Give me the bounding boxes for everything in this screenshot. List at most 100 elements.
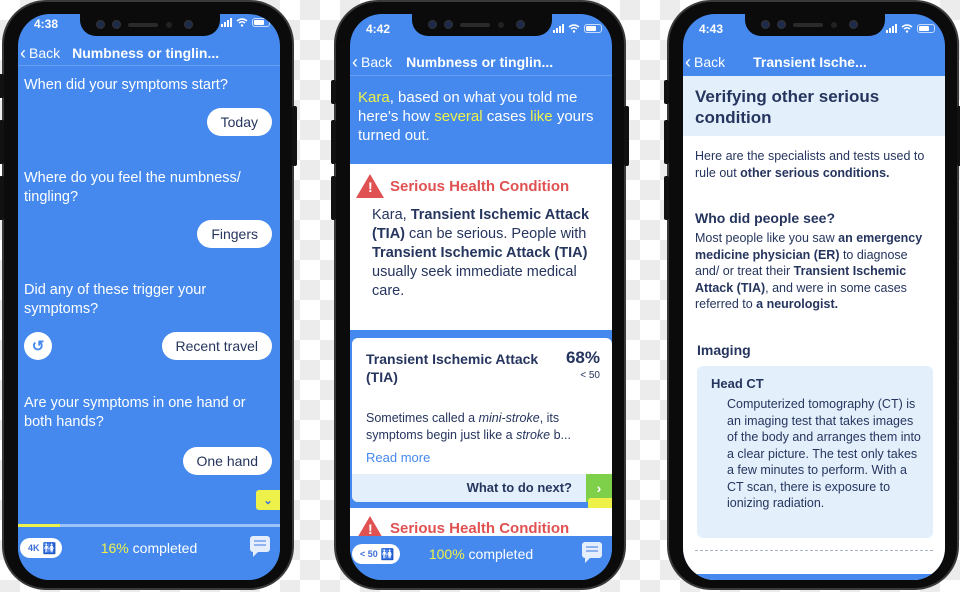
warning-body: Kara, Transient Ischemic Attack (TIA) ca…: [356, 206, 606, 301]
answer-chip[interactable]: Today: [206, 108, 272, 136]
intro-paragraph: Here are the specialists and tests used …: [695, 148, 933, 181]
notch: [745, 14, 885, 36]
who-heading: Who did people see?: [695, 210, 836, 226]
intro-highlight: several: [434, 108, 483, 125]
status-time: 4:38: [34, 17, 59, 31]
wifi-icon: [568, 24, 580, 33]
chevron-left-icon: ‹: [20, 42, 26, 63]
back-label: Back: [361, 53, 393, 70]
nav-title: Numbness or tinglin...: [406, 53, 554, 70]
question: Where do you feel the numbness/ tingling…: [24, 170, 241, 205]
warning-card: ! Serious Health Condition Kara, Transie…: [350, 164, 612, 330]
completion-status: 100% completed: [350, 546, 612, 562]
side-button: [664, 120, 669, 164]
answer-chip[interactable]: Recent travel: [161, 332, 272, 360]
body-text: can be serious. People with: [405, 226, 587, 242]
wifi-icon: [901, 24, 913, 33]
answer-chip[interactable]: One hand: [182, 447, 272, 475]
test-description: Computerized tomography (CT) is an imagi…: [727, 397, 921, 510]
battery-icon: [584, 24, 602, 33]
condition-count: < 50: [580, 370, 600, 381]
test-title: Head CT: [711, 376, 764, 391]
side-button: [331, 80, 336, 104]
scroll-down-button[interactable]: ⌄: [256, 490, 280, 510]
condition-description: Sometimes called a mini-stroke, its symp…: [366, 410, 598, 444]
chevron-left-icon: ‹: [685, 52, 691, 72]
question: When did your symptoms start?: [24, 77, 228, 93]
who-paragraph: Most people like you saw an emergency me…: [695, 230, 933, 313]
user-name: Kara: [358, 89, 390, 106]
what-to-do-next-button[interactable]: What to do next? ›: [352, 474, 612, 502]
chat-icon[interactable]: [582, 542, 602, 563]
side-button: [331, 120, 336, 164]
screen: 4:38 ‹ Back Numbness or tinglin... When d…: [18, 14, 280, 580]
back-button[interactable]: ‹ Back: [352, 53, 392, 71]
chevron-left-icon: ‹: [352, 51, 358, 72]
wifi-icon: [236, 18, 248, 27]
back-button[interactable]: ‹ Back: [20, 44, 60, 62]
content: Here are the specialists and tests used …: [683, 136, 945, 580]
next-label: What to do next?: [466, 480, 572, 495]
side-button: [292, 106, 297, 166]
notch: [80, 14, 220, 36]
warning-title-text: Serious Health Condition: [390, 519, 570, 537]
side-button: [0, 120, 4, 164]
warning-title-text: Serious Health Condition: [390, 177, 570, 195]
status-time: 4:43: [699, 22, 724, 36]
completed-label: completed: [132, 540, 198, 556]
divider: [695, 550, 933, 551]
phone-3: 4:43 ‹ Back Transient Ische... Verifying …: [664, 0, 960, 590]
signal-icon: [221, 18, 232, 27]
intro-highlight: like: [530, 108, 553, 125]
battery-icon: [252, 18, 270, 27]
notch: [412, 14, 552, 36]
desc-emphasis: mini-stroke: [478, 411, 540, 425]
progress-fill: [18, 524, 60, 527]
body-text: usually seek immediate medical care.: [372, 264, 577, 299]
section-heading: Verifying other serious condition: [683, 76, 945, 136]
phone-1: 4:38 ‹ Back Numbness or tinglin... When d…: [0, 0, 297, 590]
who-text: Most people like you saw: [695, 231, 839, 245]
question: Are your symptoms in one hand or both ha…: [24, 395, 246, 430]
chat-icon[interactable]: [250, 536, 270, 557]
nav-bar: ‹ Back Numbness or tinglin...: [18, 40, 280, 66]
condition-name: Transient Ischemic Attack (TIA): [372, 245, 588, 261]
body-text: Kara,: [372, 207, 411, 223]
side-button: [0, 176, 4, 220]
back-label: Back: [694, 54, 726, 70]
back-button[interactable]: ‹ Back: [685, 53, 725, 71]
side-button: [664, 176, 669, 220]
signal-icon: [886, 24, 897, 33]
footer: < 50 🚻 100% completed: [350, 536, 612, 580]
intro-text: cases: [482, 108, 531, 125]
nav-title: Transient Ische...: [753, 54, 867, 70]
screen: 4:42 ‹ Back Numbness or tinglin... Kara, …: [350, 14, 612, 580]
status-time: 4:42: [366, 22, 391, 36]
desc-text: b...: [550, 428, 571, 442]
intro-bold: other serious conditions.: [740, 165, 890, 180]
condition-card[interactable]: Transient Ischemic Attack (TIA) 68% < 50…: [352, 338, 612, 502]
side-button: [331, 176, 336, 220]
question: Did any of these trigger your symptoms?: [24, 282, 207, 317]
warning-icon: !: [356, 174, 384, 198]
answer-chip[interactable]: Fingers: [197, 220, 272, 248]
read-more-link[interactable]: Read more: [366, 450, 430, 465]
imaging-heading: Imaging: [697, 342, 751, 358]
completion-percent: 100%: [428, 546, 465, 562]
phone-2: 4:42 ‹ Back Numbness or tinglin... Kara, …: [331, 0, 629, 590]
results-intro: Kara, based on what you told me here's h…: [358, 88, 604, 145]
completion-percent: 16%: [100, 540, 129, 556]
desc-text: Sometimes called a: [366, 411, 479, 425]
who-bold: a neurologist.: [756, 297, 839, 311]
nav-bar: ‹ Back Transient Ische...: [683, 48, 945, 76]
nav-bar: ‹ Back Numbness or tinglin...: [350, 48, 612, 76]
side-button: [0, 74, 4, 98]
test-card[interactable]: Head CT Computerized tomography (CT) is …: [697, 366, 933, 538]
undo-button[interactable]: ↺: [24, 332, 52, 360]
screen: 4:43 ‹ Back Transient Ische... Verifying …: [683, 14, 945, 580]
chevron-down-icon: ⌄: [263, 494, 273, 507]
signal-icon: [553, 24, 564, 33]
side-button: [624, 106, 629, 166]
nav-title: Numbness or tinglin...: [72, 44, 220, 61]
side-button: [664, 80, 669, 104]
